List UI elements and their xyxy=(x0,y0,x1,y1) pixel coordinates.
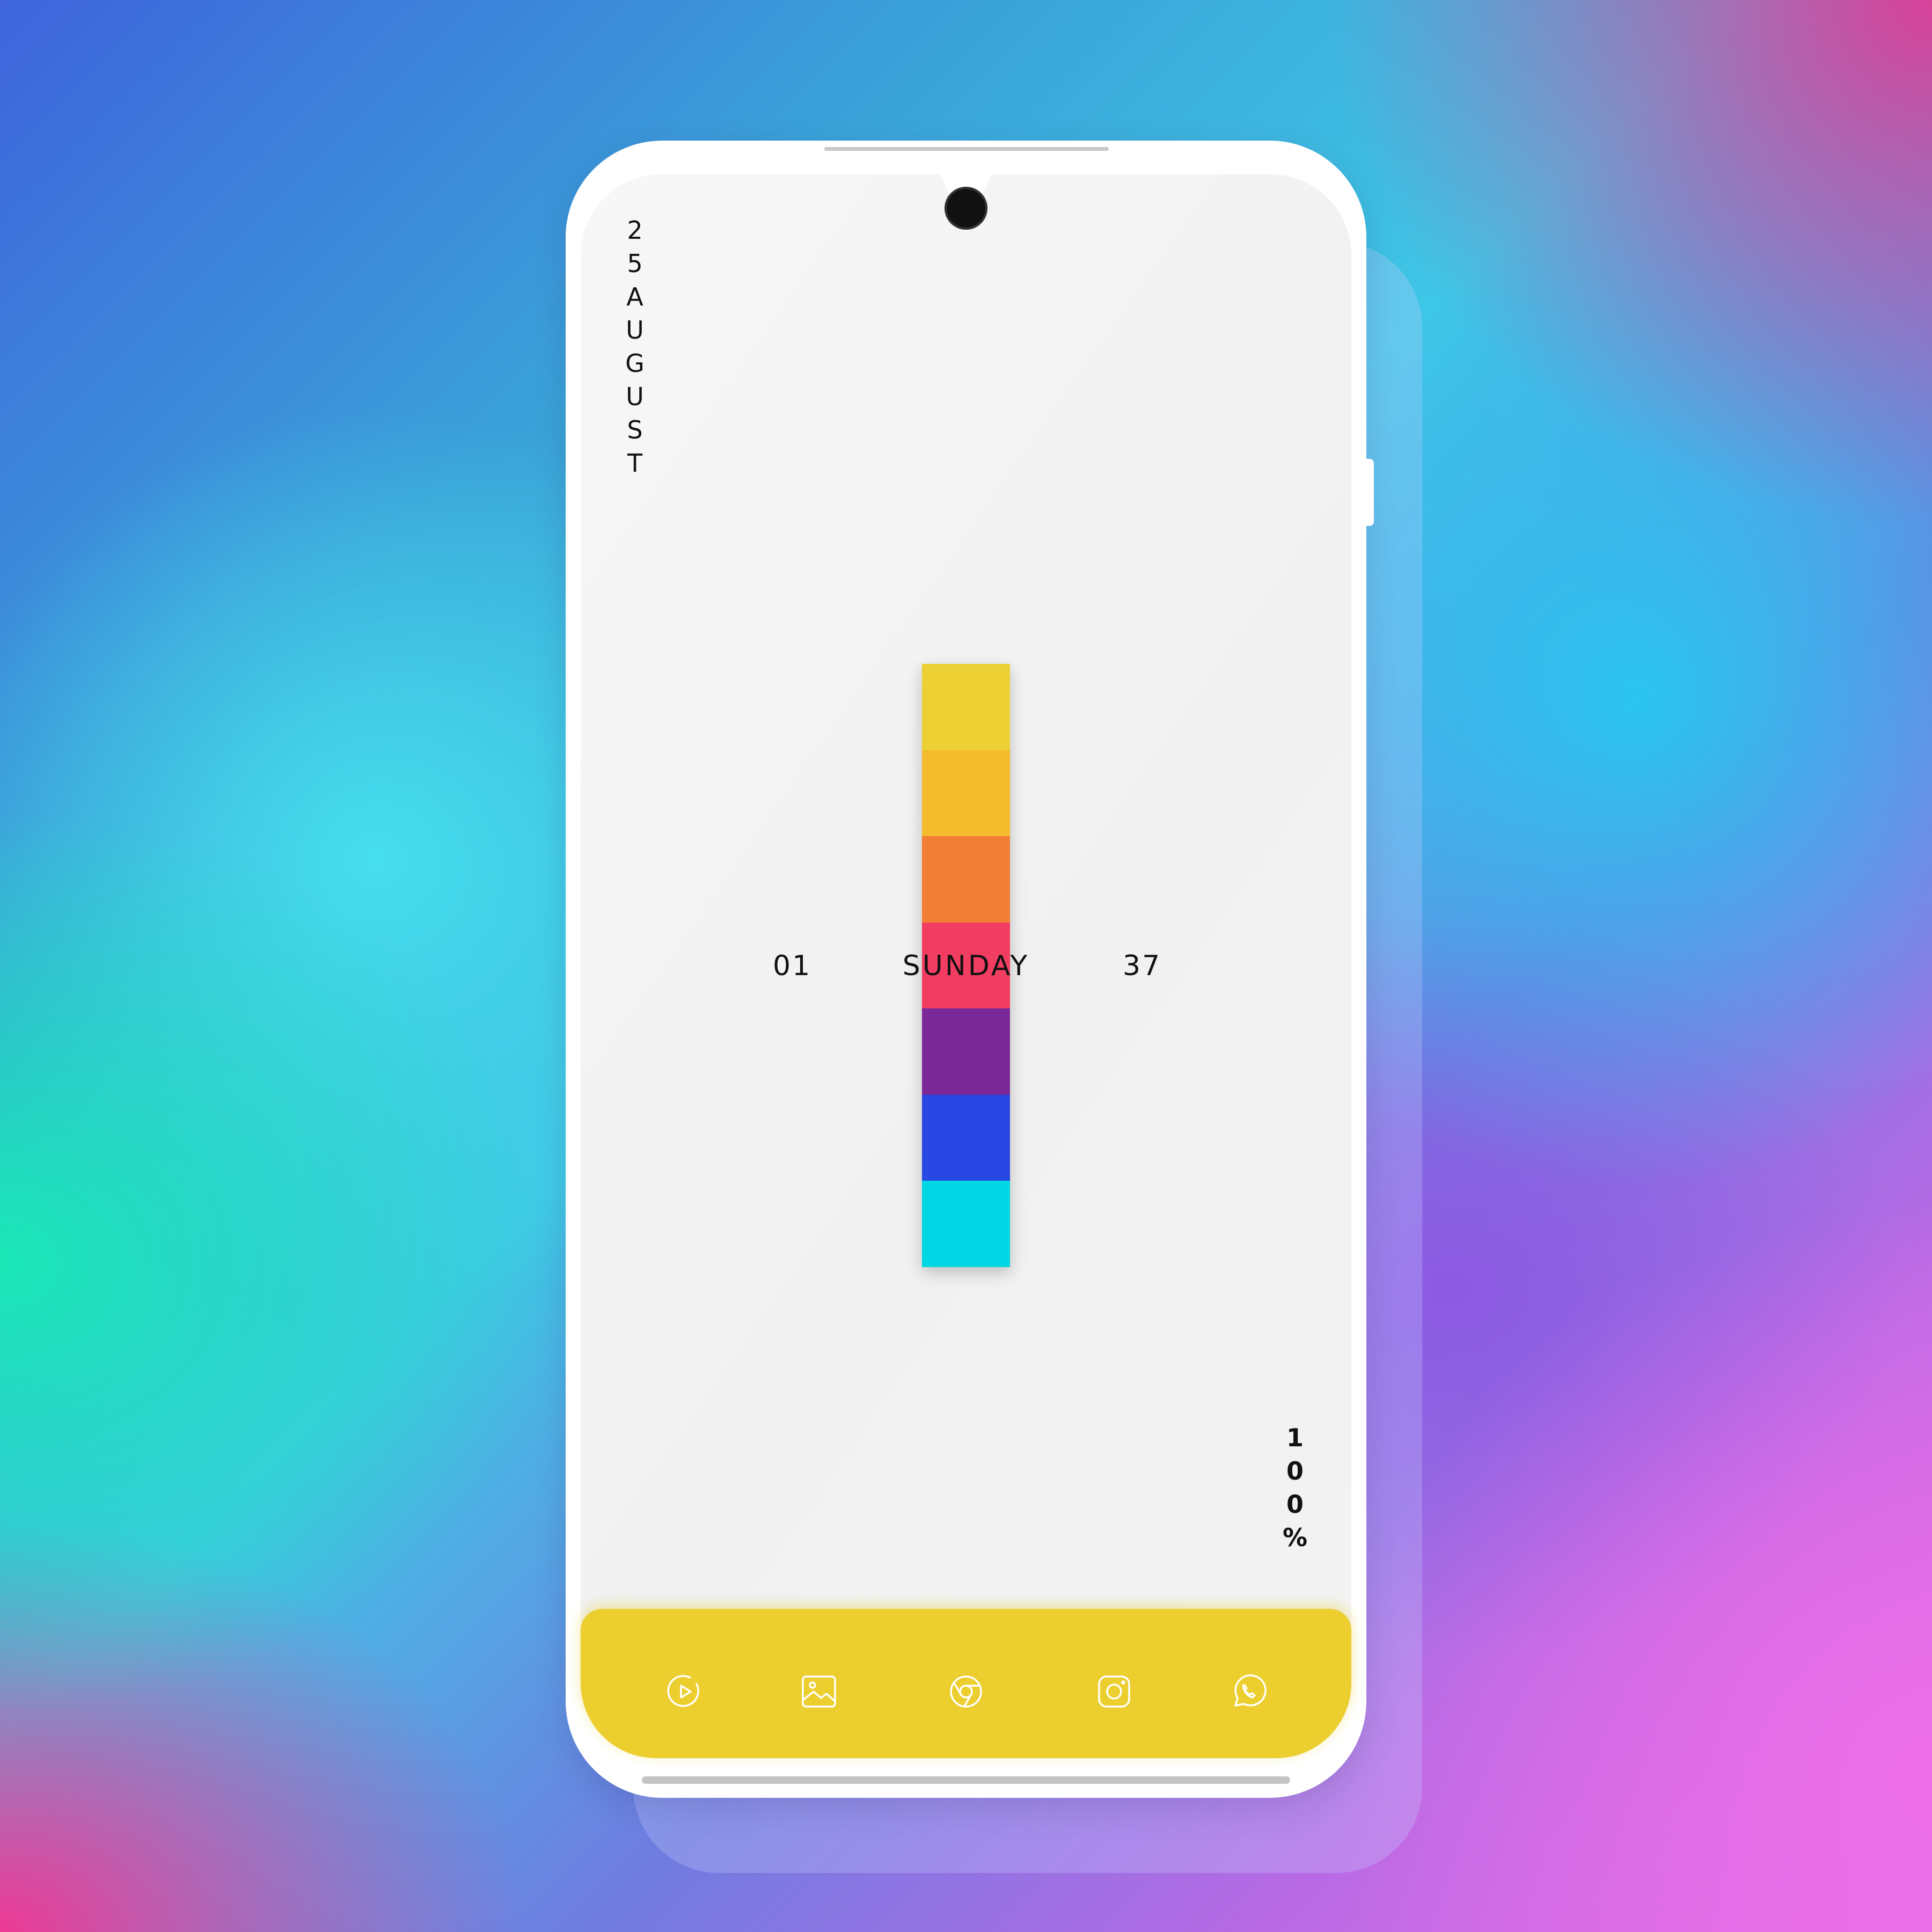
whatsapp-icon[interactable] xyxy=(1229,1672,1268,1711)
battery-char: % xyxy=(1282,1523,1308,1552)
color-segment xyxy=(922,664,1010,750)
app-dock xyxy=(581,1609,1351,1758)
battery-char: 0 xyxy=(1286,1457,1304,1485)
color-segment xyxy=(922,836,1010,923)
chrome-icon[interactable] xyxy=(947,1672,985,1711)
date-char: 2 xyxy=(627,216,643,245)
home-indicator[interactable] xyxy=(642,1776,1290,1784)
battery-char: 0 xyxy=(1286,1490,1304,1519)
image-icon[interactable] xyxy=(800,1672,838,1711)
clock-minute: 37 xyxy=(1123,950,1162,982)
date-char: A xyxy=(626,282,643,311)
clock-hour: 01 xyxy=(773,950,812,982)
clock-day: SUNDAY xyxy=(902,950,1030,982)
date-char: T xyxy=(627,449,643,478)
power-button xyxy=(1366,459,1374,526)
battery-char: 1 xyxy=(1286,1423,1304,1452)
color-segment xyxy=(922,1008,1010,1095)
date-char: S xyxy=(627,415,643,444)
date-char: U xyxy=(626,382,644,411)
speaker-grille xyxy=(824,147,1109,151)
date-char: 5 xyxy=(627,249,643,278)
color-segment xyxy=(922,750,1010,837)
date-char: U xyxy=(626,316,644,345)
battery-vertical: 1 0 0 % xyxy=(1282,1421,1308,1554)
color-segment xyxy=(922,1094,1010,1181)
front-camera xyxy=(945,187,987,230)
date-vertical: 2 5 A U G U S T xyxy=(621,214,648,480)
date-char: G xyxy=(625,349,645,378)
play-circle-icon[interactable] xyxy=(665,1672,704,1711)
color-segment xyxy=(922,1181,1010,1268)
instagram-icon[interactable] xyxy=(1095,1672,1133,1711)
